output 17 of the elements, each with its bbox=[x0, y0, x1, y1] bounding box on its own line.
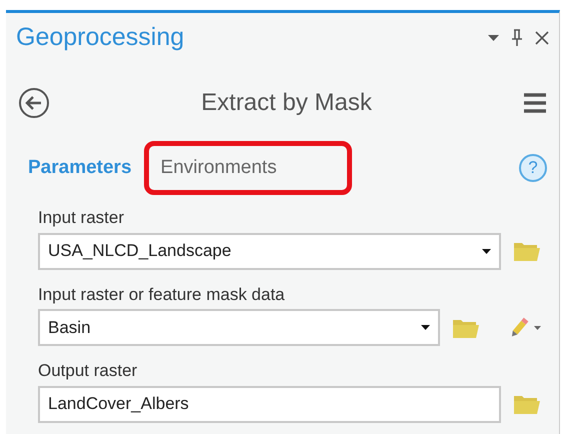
close-icon[interactable] bbox=[535, 30, 549, 45]
caret-icon bbox=[534, 326, 541, 330]
menu-icon[interactable] bbox=[523, 92, 547, 114]
caret-icon[interactable] bbox=[488, 34, 499, 41]
parameter-label: Input raster or feature mask data bbox=[38, 284, 286, 306]
parameter-label: Output raster bbox=[38, 360, 138, 382]
tool-title: Extract by Mask bbox=[201, 88, 372, 118]
caret-icon bbox=[421, 325, 430, 330]
dropdown-field[interactable]: USA_NLCD_Landscape bbox=[38, 232, 501, 270]
back-icon[interactable] bbox=[18, 86, 50, 118]
pane-title: Geoprocessing bbox=[16, 22, 184, 53]
tab[interactable]: Environments bbox=[144, 140, 352, 195]
caret-icon bbox=[482, 248, 491, 254]
parameter-label: Input raster bbox=[38, 207, 125, 229]
text-field[interactable]: LandCover_Albers bbox=[38, 386, 501, 422]
dropdown-field[interactable]: Basin bbox=[38, 309, 440, 346]
pin-icon[interactable] bbox=[511, 28, 523, 47]
